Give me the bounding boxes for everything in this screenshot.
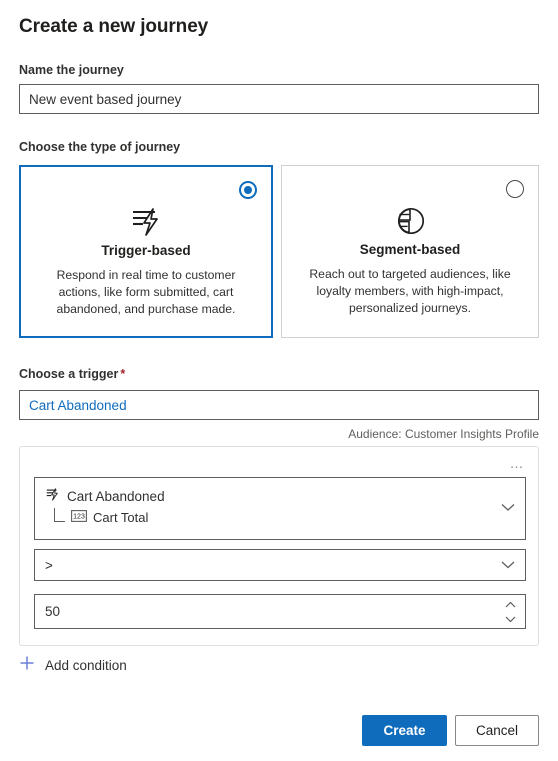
- journey-type-title: Segment-based: [359, 242, 461, 257]
- condition-value-stepper[interactable]: 50: [34, 594, 526, 629]
- pie-chart-icon: [394, 204, 426, 236]
- condition-attribute-line: 123 Cart Total: [45, 508, 515, 526]
- journey-type-title: Trigger-based: [101, 243, 191, 258]
- trigger-selected-value: Cart Abandoned: [29, 397, 127, 413]
- create-journey-dialog: Create a new journey Name the journey Ne…: [0, 0, 558, 761]
- trigger-label-text: Choose a trigger: [19, 367, 119, 381]
- journey-name-input[interactable]: New event based journey: [19, 84, 539, 114]
- chevron-down-icon[interactable]: [501, 499, 515, 517]
- journey-name-value: New event based journey: [29, 91, 182, 107]
- condition-operator-dropdown[interactable]: >: [34, 549, 526, 581]
- condition-builder: … Cart Abandoned 123 Cart Total > 50: [19, 446, 539, 646]
- number-123-icon: 123: [71, 509, 87, 525]
- stepper-up-down-icon[interactable]: [505, 601, 516, 622]
- trigger-bolt-icon: [129, 205, 163, 237]
- svg-text:123: 123: [73, 513, 85, 520]
- trigger-bolt-icon: [45, 487, 60, 505]
- chevron-down-icon: [505, 616, 516, 622]
- trigger-field-label: Choose a trigger *: [19, 367, 125, 381]
- create-button[interactable]: Create: [362, 715, 447, 746]
- add-condition-label: Add condition: [45, 658, 127, 673]
- condition-trigger-name: Cart Abandoned: [67, 488, 165, 504]
- chevron-down-icon[interactable]: [501, 558, 515, 573]
- add-condition-button[interactable]: Add condition: [19, 655, 127, 676]
- condition-trigger-line: Cart Abandoned: [45, 487, 515, 505]
- journey-type-card-segment-based[interactable]: Segment-based Reach out to targeted audi…: [281, 165, 539, 338]
- condition-attribute-row[interactable]: Cart Abandoned 123 Cart Total: [34, 477, 526, 540]
- audience-caption: Audience: Customer Insights Profile: [348, 427, 539, 441]
- journey-type-label: Choose the type of journey: [19, 140, 181, 154]
- condition-operator-value: >: [45, 557, 53, 573]
- cancel-button[interactable]: Cancel: [455, 715, 539, 746]
- condition-attribute-name: Cart Total: [93, 509, 149, 525]
- chevron-up-icon: [505, 601, 516, 607]
- journey-type-description: Reach out to targeted audiences, like lo…: [309, 267, 511, 315]
- trigger-select-input[interactable]: Cart Abandoned: [19, 390, 539, 420]
- required-marker: *: [120, 367, 126, 381]
- plus-icon: [19, 655, 35, 676]
- name-field-label: Name the journey: [19, 63, 124, 77]
- journey-type-card-trigger-based[interactable]: Trigger-based Respond in real time to cu…: [19, 165, 273, 338]
- radio-segment-based[interactable]: [506, 180, 524, 198]
- tree-elbow-connector: [54, 508, 65, 522]
- journey-type-description: Respond in real time to customer actions…: [56, 268, 236, 316]
- overflow-menu-button[interactable]: …: [507, 455, 529, 471]
- condition-value-text: 50: [45, 604, 61, 619]
- radio-trigger-based[interactable]: [239, 181, 257, 199]
- page-title: Create a new journey: [19, 16, 209, 37]
